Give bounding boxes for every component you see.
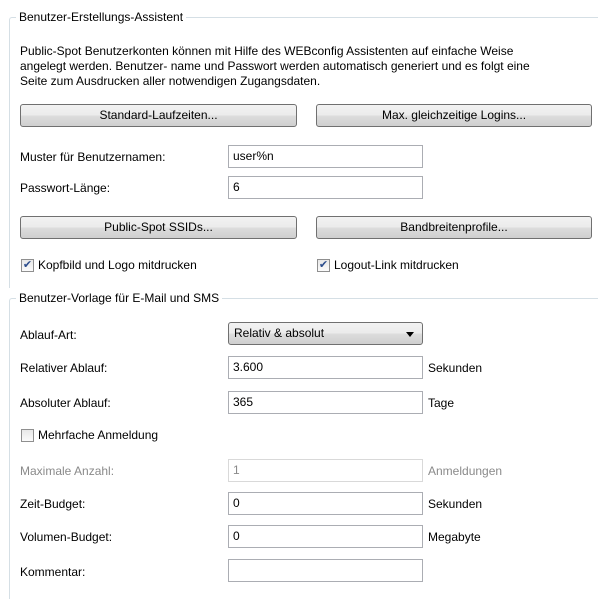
password-length-label: Passwort-Länge: [20, 181, 111, 195]
time-budget-unit: Sekunden [428, 497, 483, 511]
print-header-logo-label: Kopfbild und Logo mitdrucken [38, 258, 197, 272]
chevron-down-icon [406, 332, 414, 337]
max-logins-button[interactable]: Max. gleichzeitige Logins... [316, 104, 592, 127]
volume-budget-unit: Megabyte [428, 530, 481, 544]
time-budget-input[interactable]: 0 [228, 492, 423, 515]
max-count-input: 1 [228, 459, 423, 482]
password-length-input[interactable]: 6 [228, 176, 423, 199]
volume-budget-input[interactable]: 0 [228, 525, 423, 548]
wizard-description-line1: Public-Spot Benutzerkonten können mit Hi… [20, 44, 514, 58]
relative-expiry-unit: Sekunden [428, 361, 483, 375]
time-budget-label: Zeit-Budget: [20, 497, 86, 511]
standard-runtimes-button[interactable]: Standard-Laufzeiten... [20, 104, 297, 127]
expiry-type-value: Relativ & absolut [234, 326, 325, 340]
print-logout-link-checkbox[interactable]: ✔ [317, 259, 330, 272]
expiry-type-label: Ablauf-Art: [20, 328, 77, 342]
user-creation-wizard-title: Benutzer-Erstellungs-Assistent [16, 10, 187, 25]
checkmark-icon: ✔ [22, 259, 33, 271]
bandwidth-profiles-button[interactable]: Bandbreitenprofile... [316, 216, 592, 239]
public-spot-ssids-button[interactable]: Public-Spot SSIDs... [20, 216, 297, 239]
multiple-login-label: Mehrfache Anmeldung [38, 428, 159, 442]
multiple-login-checkbox[interactable] [21, 429, 34, 442]
wizard-description-line3: Seite zum Ausdrucken aller notwendigen Z… [20, 74, 321, 88]
print-header-logo-checkbox[interactable]: ✔ [21, 259, 34, 272]
print-logout-link-label: Logout-Link mitdrucken [334, 258, 459, 272]
user-template-title: Benutzer-Vorlage für E-Mail und SMS [16, 291, 223, 306]
comment-input[interactable] [228, 559, 423, 582]
checkmark-icon: ✔ [318, 259, 329, 271]
relative-expiry-label: Relativer Ablauf: [20, 361, 108, 375]
absolute-expiry-unit: Tage [428, 396, 455, 410]
relative-expiry-input[interactable]: 3.600 [228, 356, 423, 379]
username-pattern-label: Muster für Benutzernamen: [20, 150, 166, 164]
wizard-description-line2: angelegt werden. Benutzer- name und Pass… [20, 59, 530, 73]
username-pattern-input[interactable]: user%n [228, 145, 423, 168]
volume-budget-label: Volumen-Budget: [20, 530, 113, 544]
max-count-label: Maximale Anzahl: [20, 464, 115, 478]
comment-label: Kommentar: [20, 565, 86, 579]
expiry-type-select[interactable]: Relativ & absolut [228, 322, 423, 345]
absolute-expiry-input[interactable]: 365 [228, 391, 423, 414]
max-count-unit: Anmeldungen [428, 464, 503, 478]
absolute-expiry-label: Absoluter Ablauf: [20, 396, 111, 410]
